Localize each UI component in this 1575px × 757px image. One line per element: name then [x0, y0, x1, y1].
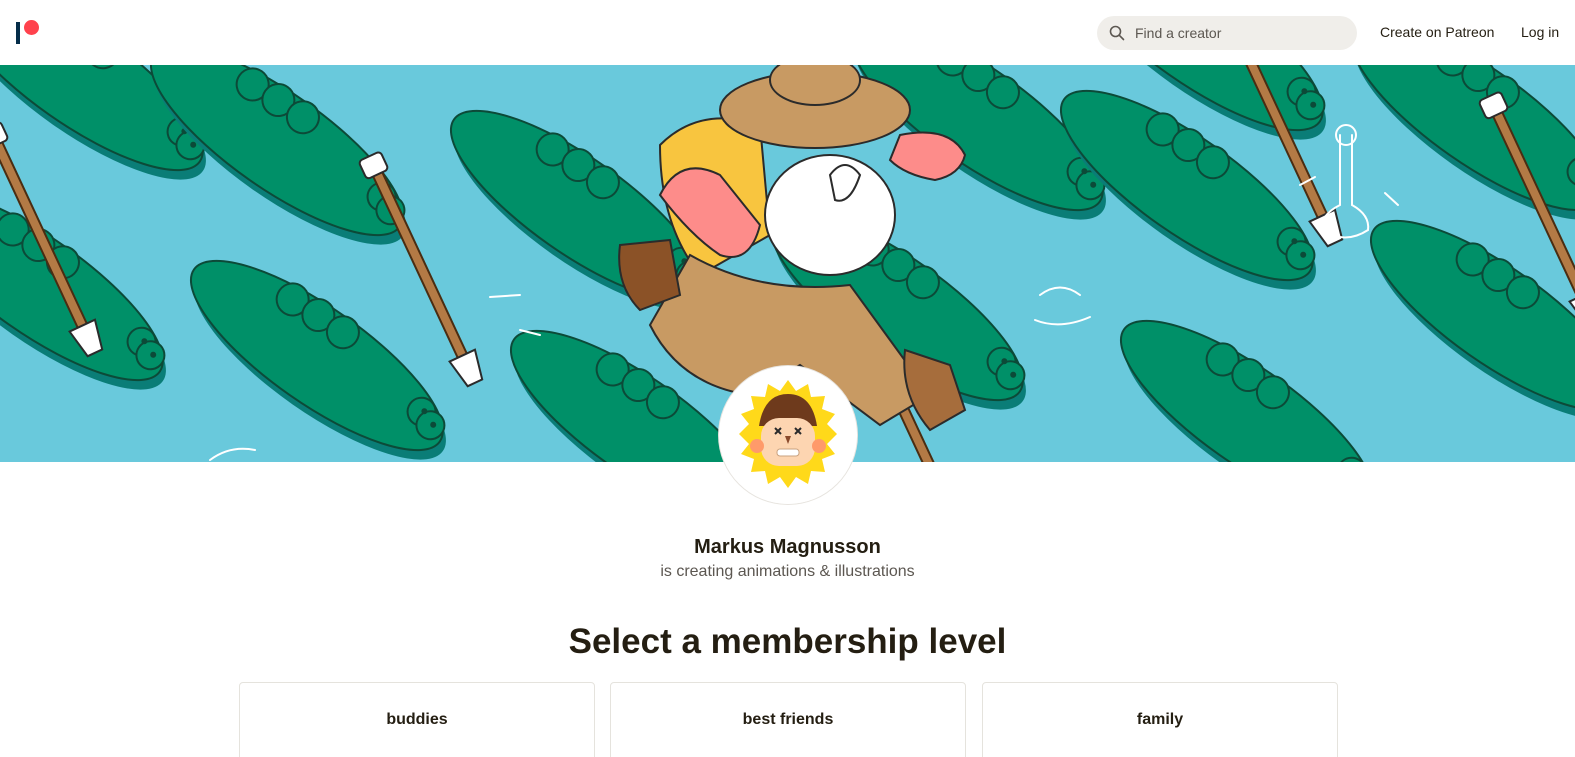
create-on-patreon-link[interactable]: Create on Patreon: [1380, 24, 1494, 40]
creator-name: Markus Magnusson: [694, 536, 881, 558]
patreon-logo[interactable]: [16, 20, 42, 44]
tier-name: best friends: [742, 711, 834, 728]
logo-bar-icon: [16, 22, 20, 44]
creator-avatar[interactable]: [719, 366, 857, 504]
avatar-illustration: [719, 366, 857, 504]
top-nav: Create on Patreon Log in: [0, 0, 1575, 65]
tier-card-buddies[interactable]: buddies: [239, 682, 595, 757]
creator-description: is creating animations & illustrations: [660, 563, 915, 580]
search-box[interactable]: [1097, 16, 1357, 50]
login-link[interactable]: Log in: [1521, 24, 1559, 40]
tier-name: family: [1136, 711, 1184, 728]
tier-name: buddies: [386, 711, 448, 728]
search-icon: [1109, 25, 1125, 41]
tier-card-best-friends[interactable]: best friends: [610, 682, 966, 757]
tier-card-family[interactable]: family: [982, 682, 1338, 757]
membership-section-title: Select a membership level: [568, 622, 1007, 661]
logo-dot-icon: [24, 20, 39, 35]
search-input[interactable]: [1135, 16, 1345, 50]
